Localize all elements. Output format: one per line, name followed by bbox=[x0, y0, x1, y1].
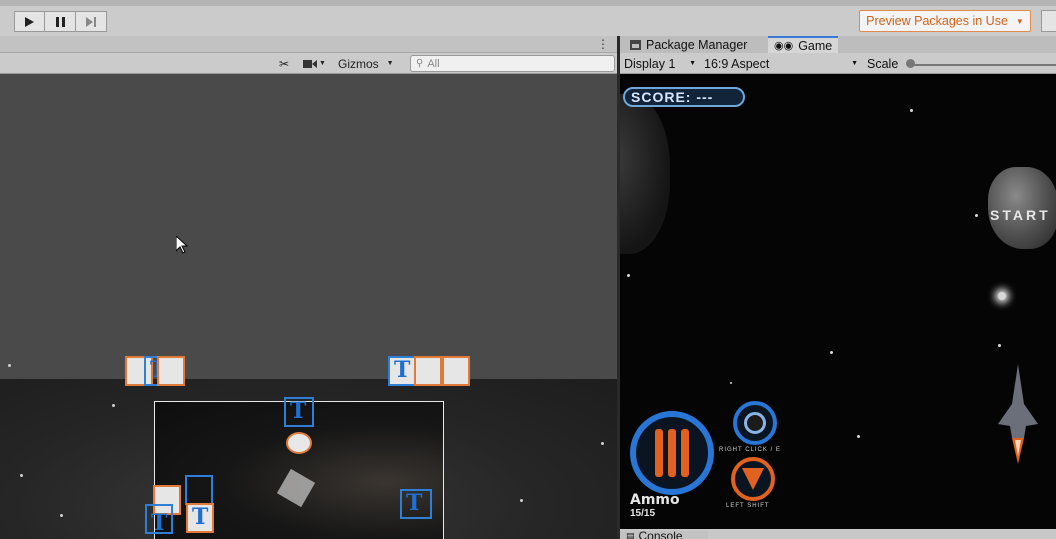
playback-controls bbox=[14, 11, 107, 32]
pause-icon bbox=[55, 16, 65, 27]
play-icon bbox=[25, 16, 34, 27]
main-toolbar: Preview Packages in Use ▼ bbox=[0, 0, 1056, 36]
scale-label: Scale bbox=[867, 56, 899, 71]
ui-gizmo[interactable] bbox=[414, 356, 442, 386]
scene-toolbar: ✂ ▼ Gizmos ▼ ⚲ All bbox=[0, 53, 617, 74]
ammo-count: 15/15 bbox=[630, 508, 656, 519]
scene-search-input[interactable]: ⚲ All bbox=[410, 55, 615, 72]
tab-label: Console bbox=[638, 531, 683, 539]
tools-icon[interactable]: ✂ bbox=[279, 55, 289, 72]
tab-label: Package Manager bbox=[646, 37, 748, 52]
star bbox=[627, 274, 630, 277]
start-label[interactable]: START bbox=[990, 207, 1051, 223]
aspect-label: 16:9 Aspect bbox=[704, 56, 770, 71]
ammo-bar bbox=[668, 429, 676, 477]
star bbox=[20, 474, 23, 477]
star bbox=[998, 344, 1001, 347]
display-label: Display 1 bbox=[624, 56, 676, 71]
ui-gizmo[interactable] bbox=[157, 356, 185, 386]
star bbox=[8, 364, 11, 367]
star bbox=[112, 404, 115, 407]
preview-packages-button[interactable]: Preview Packages in Use ▼ bbox=[859, 10, 1031, 32]
tab-game[interactable]: ◉◉ Game bbox=[768, 36, 839, 53]
mouse-cursor-icon bbox=[176, 236, 188, 254]
magnet-ability-icon bbox=[733, 401, 777, 445]
text-gizmo-icon: T bbox=[192, 504, 209, 530]
scene-viewport[interactable]: T T T T T T bbox=[0, 74, 617, 539]
tab-package-manager[interactable]: Package Manager bbox=[624, 36, 753, 53]
scene-panel: ⋮ ✂ ▼ Gizmos ▼ ⚲ All T T T T T bbox=[0, 36, 617, 539]
text-gizmo[interactable] bbox=[185, 475, 213, 505]
game-toolbar: Display 1 ▼ 16:9 Aspect ▼ Scale bbox=[620, 53, 1056, 74]
play-button[interactable] bbox=[14, 11, 45, 32]
text-gizmo-icon: T bbox=[290, 398, 307, 424]
tab-console[interactable]: ▤ Console bbox=[620, 531, 708, 539]
chevron-down-icon: ▼ bbox=[689, 60, 696, 67]
scale-slider-track[interactable] bbox=[910, 64, 1056, 66]
ammo-gauge bbox=[630, 411, 714, 495]
star bbox=[520, 499, 523, 502]
star bbox=[60, 514, 63, 517]
star bbox=[601, 442, 604, 445]
left-shift-label: LEFT SHIFT bbox=[726, 503, 770, 509]
search-icon: ⚲ bbox=[416, 58, 424, 69]
game-tab-bar: Package Manager ◉◉ Game bbox=[620, 36, 1056, 53]
game-viewport[interactable]: SCORE: --- START Ammo 15/15 RIGHT CLICK … bbox=[620, 74, 1056, 529]
chevron-down-icon: ▼ bbox=[386, 60, 394, 67]
text-gizmo-icon: T bbox=[151, 510, 168, 536]
star bbox=[910, 109, 913, 112]
pause-button[interactable] bbox=[45, 11, 76, 32]
asteroid-image bbox=[620, 94, 670, 254]
preview-packages-label: Preview Packages in Use bbox=[866, 14, 1008, 28]
step-button[interactable] bbox=[76, 11, 107, 32]
gamepad-icon: ◉◉ bbox=[774, 40, 794, 52]
score-display: SCORE: --- bbox=[623, 87, 745, 107]
gizmos-button[interactable]: Gizmos ▼ bbox=[338, 55, 394, 72]
ammo-bar bbox=[681, 429, 689, 477]
step-icon bbox=[85, 16, 96, 27]
star bbox=[975, 214, 978, 217]
star bbox=[730, 382, 732, 384]
ui-gizmo[interactable] bbox=[442, 356, 470, 386]
aspect-dropdown[interactable]: 16:9 Aspect ▼ bbox=[704, 55, 862, 72]
panel-menu-icon[interactable]: ⋮ bbox=[597, 37, 609, 51]
right-click-label: RIGHT CLICK / E bbox=[719, 447, 781, 453]
text-gizmo-icon: T bbox=[394, 357, 411, 383]
ammo-bar bbox=[655, 429, 663, 477]
ammo-label: Ammo bbox=[630, 492, 680, 508]
scale-slider-handle[interactable] bbox=[906, 59, 915, 68]
star bbox=[830, 351, 833, 354]
search-placeholder: All bbox=[427, 57, 440, 70]
star bbox=[857, 435, 860, 438]
camera-icon[interactable]: ▼ bbox=[303, 55, 326, 72]
tab-label: Game bbox=[798, 38, 833, 53]
game-panel: Package Manager ◉◉ Game Display 1 ▼ 16:9… bbox=[617, 36, 1056, 539]
layers-button[interactable] bbox=[1041, 10, 1056, 32]
scene-tab-bar: ⋮ bbox=[0, 36, 617, 53]
text-gizmo-icon: T bbox=[406, 490, 423, 516]
package-icon bbox=[630, 39, 641, 50]
particle-gizmo-icon bbox=[286, 432, 312, 454]
gizmos-label: Gizmos bbox=[338, 56, 379, 71]
dropdown-arrow-icon: ▼ bbox=[1015, 16, 1024, 26]
player-ship-icon bbox=[998, 364, 1038, 464]
console-icon: ▤ bbox=[626, 531, 635, 539]
chevron-down-icon: ▼ bbox=[851, 60, 858, 67]
display-dropdown[interactable]: Display 1 ▼ bbox=[624, 55, 700, 72]
bright-star bbox=[998, 292, 1006, 300]
boost-ability-icon bbox=[731, 457, 775, 501]
